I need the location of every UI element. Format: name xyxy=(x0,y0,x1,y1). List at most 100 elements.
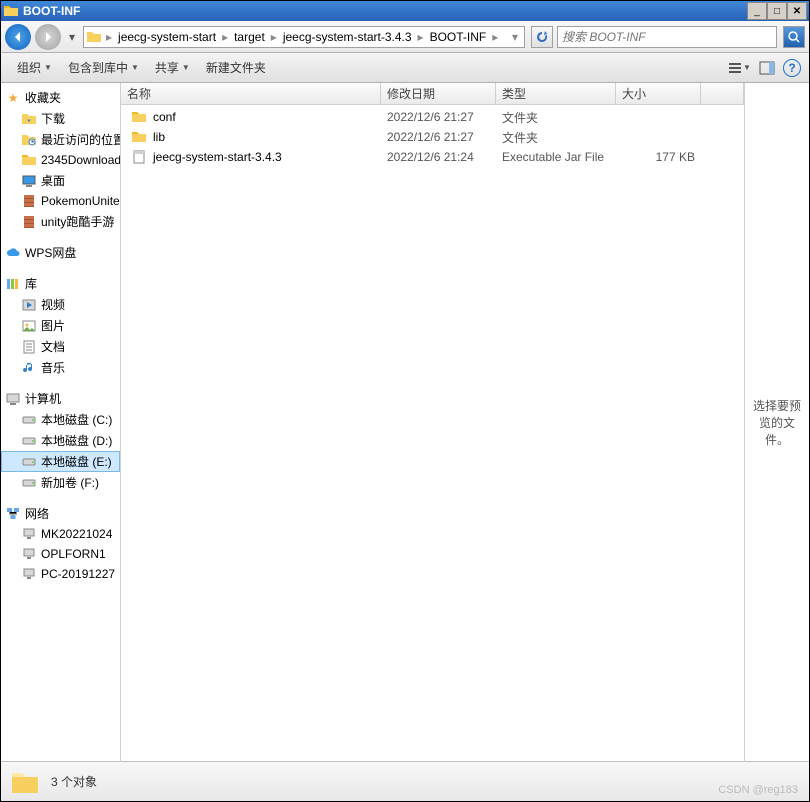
breadcrumb-chevron-icon[interactable]: ▸ xyxy=(104,30,114,44)
nav-item[interactable]: 文档 xyxy=(1,336,120,357)
breadcrumb-chevron-icon[interactable]: ▸ xyxy=(269,30,279,44)
column-headers: 名称 修改日期 类型 大小 xyxy=(121,83,744,105)
breadcrumb-item[interactable]: jeecg-system-start-3.4.3 xyxy=(279,30,416,44)
nav-item-label: 本地磁盘 (D:) xyxy=(41,432,112,449)
archive-icon xyxy=(21,193,37,209)
file-date: 2022/12/6 21:27 xyxy=(381,130,496,144)
nav-item[interactable]: MK20221024 xyxy=(1,524,120,544)
column-name-header[interactable]: 名称 xyxy=(121,83,381,104)
breadcrumb-chevron-icon[interactable]: ▸ xyxy=(220,30,230,44)
breadcrumb[interactable]: ▸ jeecg-system-start ▸ target ▸ jeecg-sy… xyxy=(83,26,525,48)
file-row[interactable]: jeecg-system-start-3.4.3 2022/12/6 21:24E… xyxy=(121,147,744,167)
nav-item[interactable]: PC-20191227 xyxy=(1,564,120,584)
nav-favorites-header[interactable]: ★ 收藏夹 xyxy=(1,87,120,108)
file-size: 177 KB xyxy=(616,150,701,164)
nav-item[interactable]: PokemonUnite xyxy=(1,191,120,211)
nav-item-label: unity跑酷手游 xyxy=(41,213,114,230)
back-button[interactable] xyxy=(5,24,31,50)
new-folder-button[interactable]: 新建文件夹 xyxy=(198,55,274,80)
breadcrumb-item[interactable]: jeecg-system-start xyxy=(114,30,220,44)
nav-item-label: 新加卷 (F:) xyxy=(41,474,99,491)
nav-item[interactable]: 图片 xyxy=(1,315,120,336)
nav-item-label: 音乐 xyxy=(41,359,65,376)
breadcrumb-item[interactable]: target xyxy=(230,30,269,44)
breadcrumb-dropdown[interactable]: ▾ xyxy=(508,30,522,44)
search-box[interactable] xyxy=(557,26,777,48)
jar-icon xyxy=(131,149,147,165)
preview-pane: 选择要预览的文件。 xyxy=(744,83,809,761)
file-name: jeecg-system-start-3.4.3 xyxy=(153,150,282,164)
toolbar: 组织▼ 包含到库中▼ 共享▼ 新建文件夹 ▼ ? xyxy=(1,53,809,83)
nav-item[interactable]: 本地磁盘 (C:) xyxy=(1,409,120,430)
breadcrumb-chevron-icon[interactable]: ▸ xyxy=(490,30,500,44)
pc-icon xyxy=(21,526,37,542)
nav-item[interactable]: 2345Downloads xyxy=(1,150,120,170)
folder-icon xyxy=(131,109,147,125)
nav-item[interactable]: 下载 xyxy=(1,108,120,129)
search-button[interactable] xyxy=(783,26,805,48)
organize-button[interactable]: 组织▼ xyxy=(9,55,60,80)
status-bar: 3 个对象 xyxy=(1,761,809,801)
nav-item[interactable]: 本地磁盘 (D:) xyxy=(1,430,120,451)
nav-computer-header[interactable]: 计算机 xyxy=(1,388,120,409)
column-size-header[interactable]: 大小 xyxy=(616,83,701,104)
breadcrumb-item[interactable]: BOOT-INF xyxy=(426,30,491,44)
pictures-icon xyxy=(21,318,37,334)
nav-item-label: 本地磁盘 (C:) xyxy=(41,411,112,428)
file-type: Executable Jar File xyxy=(496,150,616,164)
nav-item[interactable]: 桌面 xyxy=(1,170,120,191)
column-type-header[interactable]: 类型 xyxy=(496,83,616,104)
documents-icon xyxy=(21,339,37,355)
share-button[interactable]: 共享▼ xyxy=(147,55,198,80)
maximize-button[interactable]: □ xyxy=(767,2,787,20)
music-icon xyxy=(21,360,37,376)
nav-network-header[interactable]: 网络 xyxy=(1,503,120,524)
column-extra-header[interactable] xyxy=(701,83,744,104)
computer-icon xyxy=(5,391,21,407)
include-in-library-button[interactable]: 包含到库中▼ xyxy=(60,55,147,80)
video-icon xyxy=(21,297,37,313)
nav-item-label: 2345Downloads xyxy=(41,153,120,167)
nav-item-label: 桌面 xyxy=(41,172,65,189)
help-button[interactable]: ? xyxy=(783,59,801,77)
nav-wps-header[interactable]: WPS网盘 xyxy=(1,242,120,263)
file-date: 2022/12/6 21:27 xyxy=(381,110,496,124)
disk-icon xyxy=(21,475,37,491)
file-row[interactable]: conf2022/12/6 21:27文件夹 xyxy=(121,107,744,127)
file-row[interactable]: lib2022/12/6 21:27文件夹 xyxy=(121,127,744,147)
refresh-button[interactable] xyxy=(531,26,553,48)
close-button[interactable]: ✕ xyxy=(787,2,807,20)
view-options-button[interactable]: ▼ xyxy=(727,56,751,80)
disk-icon xyxy=(21,433,37,449)
nav-item[interactable]: 新加卷 (F:) xyxy=(1,472,120,493)
pc-icon xyxy=(21,546,37,562)
search-input[interactable] xyxy=(562,30,772,44)
history-dropdown[interactable]: ▾ xyxy=(65,24,79,50)
window-folder-icon xyxy=(3,3,19,19)
file-name: conf xyxy=(153,110,176,124)
nav-item[interactable]: 视频 xyxy=(1,294,120,315)
navigation-pane: ★ 收藏夹 下载最近访问的位置 2345Downloads 桌面 PokemonUni… xyxy=(1,83,121,761)
nav-item-label: MK20221024 xyxy=(41,527,112,541)
nav-item[interactable]: 音乐 xyxy=(1,357,120,378)
minimize-button[interactable]: _ xyxy=(747,2,767,20)
forward-button[interactable] xyxy=(35,24,61,50)
nav-item[interactable]: 本地磁盘 (E:) xyxy=(1,451,120,472)
nav-item[interactable]: unity跑酷手游 xyxy=(1,211,120,232)
preview-text: 选择要预览的文件。 xyxy=(753,397,801,448)
nav-item-label: 最近访问的位置 xyxy=(41,131,120,148)
nav-item[interactable]: 最近访问的位置 xyxy=(1,129,120,150)
file-date: 2022/12/6 21:24 xyxy=(381,150,496,164)
folder-icon xyxy=(131,129,147,145)
folder-icon xyxy=(21,152,37,168)
nav-libraries-header[interactable]: 库 xyxy=(1,273,120,294)
file-list[interactable]: conf2022/12/6 21:27文件夹lib2022/12/6 21:27… xyxy=(121,105,744,761)
column-date-header[interactable]: 修改日期 xyxy=(381,83,496,104)
pc-icon xyxy=(21,566,37,582)
preview-pane-button[interactable] xyxy=(755,56,779,80)
breadcrumb-chevron-icon[interactable]: ▸ xyxy=(416,30,426,44)
status-folder-icon xyxy=(9,766,41,798)
status-text: 3 个对象 xyxy=(51,773,97,790)
nav-item[interactable]: OPLFORN1 xyxy=(1,544,120,564)
file-name: lib xyxy=(153,130,165,144)
